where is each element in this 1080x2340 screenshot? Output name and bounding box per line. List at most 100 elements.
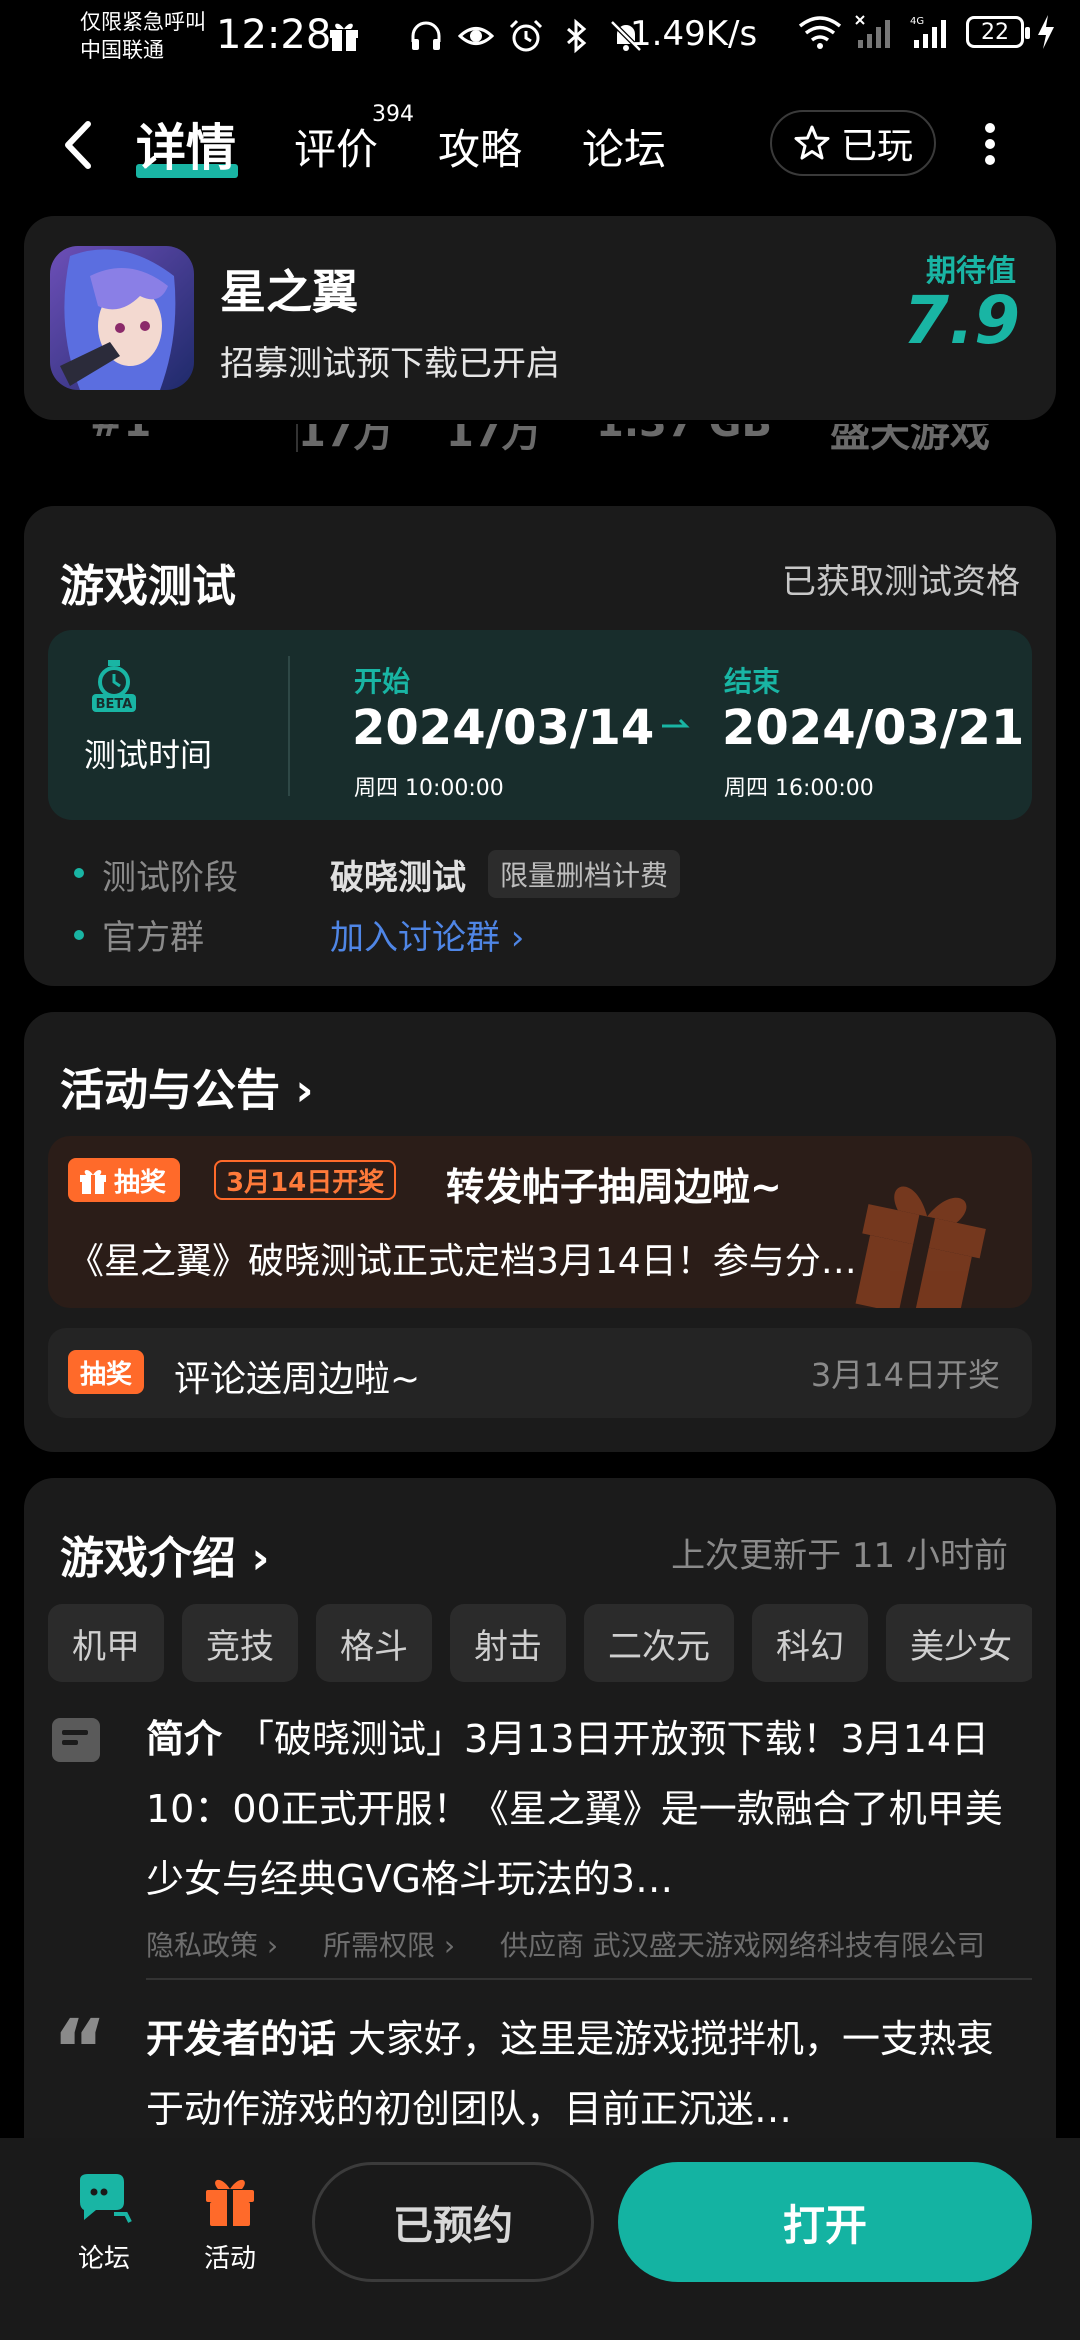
tag-chip[interactable]: 格斗: [316, 1604, 432, 1682]
svg-text:4G: 4G: [910, 16, 924, 27]
stat-size: 1.37 GB: [596, 424, 772, 446]
carrier-info: 仅限紧急呼叫 中国联通: [80, 8, 206, 64]
brief-label: 简介: [146, 1717, 223, 1761]
bullet-dot: [74, 930, 84, 940]
status-icons: [408, 14, 644, 58]
divider: [146, 1978, 1032, 1980]
status-time: 12:28: [216, 12, 332, 58]
activity-button[interactable]: 活动: [180, 2172, 280, 2275]
draw-date-badge: 3月14日开奖: [214, 1160, 397, 1200]
bullet-dot: [74, 868, 84, 878]
more-options-icon[interactable]: [982, 120, 998, 168]
activity-label: 活动: [203, 2244, 256, 2274]
test-section-title: 游戏测试: [60, 561, 236, 612]
test-time-box: BETA 测试时间 开始 2024/03/14 周四 10:00:00 结束 2…: [48, 630, 1032, 820]
activity-item1-desc: 《星之翼》破晓测试正式定档3月14日！参与分…: [68, 1241, 857, 1282]
network-speed: 1.49K/s: [630, 14, 758, 54]
forum-button[interactable]: 论坛: [54, 2172, 154, 2275]
lottery-badge: 抽奖: [68, 1158, 181, 1202]
activity-item-secondary[interactable]: 抽奖 评论送周边啦~ 3月14日开奖: [48, 1328, 1032, 1418]
tab-guides[interactable]: 攻略: [438, 116, 522, 177]
game-header-card: 星之翼 招募测试预下载已开启 期待值 7.9: [24, 216, 1056, 420]
reserved-button[interactable]: 已预约: [312, 2162, 594, 2282]
activity-item1-title: 转发帖子抽周边啦~: [446, 1165, 782, 1209]
tab-details[interactable]: 详情: [136, 108, 236, 180]
tag-chip[interactable]: 二次元: [584, 1604, 734, 1682]
supplier-info[interactable]: 供应商 武汉盛天游戏网络科技有限公司: [500, 1929, 985, 1962]
open-button[interactable]: 打开: [618, 2162, 1032, 2282]
activity-item2-date: 3月14日开奖: [810, 1356, 1000, 1394]
privacy-policy-link[interactable]: 隐私政策 ›: [146, 1929, 278, 1962]
game-icon[interactable]: [50, 246, 194, 390]
svg-text:BETA: BETA: [96, 697, 133, 712]
bottom-action-bar: 论坛 活动 已预约 打开: [0, 2138, 1080, 2340]
test-time-label: 测试时间: [84, 736, 213, 774]
activity-announcement-card: 活动与公告 › 抽奖 3月14日开奖 转发帖子抽周边啦~ 《星之翼》破晓测试正式…: [24, 1012, 1056, 1452]
start-date: 2024/03/14: [352, 700, 655, 756]
intro-section-title[interactable]: 游戏介绍 ›: [60, 1522, 269, 1586]
tag-chip[interactable]: 竞技: [182, 1604, 298, 1682]
gift-icon: [206, 2179, 254, 2226]
activity-item-featured[interactable]: 抽奖 3月14日开奖 转发帖子抽周边啦~ 《星之翼》破晓测试正式定档3月14日！…: [48, 1136, 1032, 1308]
tab-reviews[interactable]: 评价: [294, 116, 378, 177]
game-name: 星之翼: [220, 265, 358, 319]
end-time: 周四 16:00:00: [724, 776, 874, 801]
eye-icon: [458, 27, 494, 45]
quote-icon: “: [52, 2001, 108, 2099]
developer-words[interactable]: 开发者的话 大家好，这里是游戏搅拌机，一支热衷于动作游戏的初创团队，目前正沉迷…: [146, 2004, 1026, 2144]
tag-chip[interactable]: 美少女: [886, 1604, 1032, 1682]
battery-indicator: 22: [966, 16, 1030, 48]
permissions-link[interactable]: 所需权限 ›: [323, 1929, 455, 1962]
game-artwork-image: [50, 246, 194, 390]
gift-watermark-icon: [855, 1186, 986, 1308]
status-bar: 仅限紧急呼叫 中国联通 12:28 1.49K/s 4G 22: [0, 0, 1080, 72]
beta-timer-icon: BETA: [92, 660, 136, 712]
end-label: 结束: [724, 665, 781, 698]
end-date: 2024/03/21: [722, 700, 1025, 756]
emergency-only-text: 仅限紧急呼叫: [80, 10, 206, 34]
game-subtitle: 招募测试预下载已开启: [220, 344, 560, 384]
tag-chip[interactable]: 机甲: [48, 1604, 164, 1682]
join-group-link[interactable]: 加入讨论群 ›: [330, 910, 524, 959]
gift-icon: [80, 1170, 106, 1194]
stats-row-faded: #1 17万 17万 1.37 GB 盛天游戏: [80, 424, 1080, 454]
tag-chip[interactable]: 射击: [450, 1604, 566, 1682]
stat-rank: #1: [90, 424, 151, 446]
game-test-card: 游戏测试 已获取测试资格 BETA 测试时间 开始 2024/03/14 周四 …: [24, 506, 1056, 986]
expectation-score: 7.9: [903, 282, 1020, 359]
test-qualification-status: 已获取测试资格: [782, 562, 1020, 602]
stat-publisher: 盛天游戏: [830, 424, 990, 454]
last-updated-text: 上次更新于 11 小时前: [671, 1536, 1008, 1576]
activity-item2-title: 评论送周边啦~: [174, 1359, 421, 1400]
top-nav: 详情 评价 394 攻略 论坛 已玩: [0, 100, 1080, 190]
bluetooth-icon: [567, 18, 587, 54]
game-intro-card: 游戏介绍 › 上次更新于 11 小时前 机甲 竞技 格斗 射击 二次元 科幻 美…: [24, 1478, 1056, 2178]
start-label: 开始: [354, 665, 411, 698]
gift-notification-icon: [330, 23, 358, 51]
signal-x-icon: [855, 15, 890, 48]
stat-reservations: 17万: [446, 424, 542, 454]
start-time: 周四 10:00:00: [354, 776, 504, 801]
test-stage-label: 测试阶段: [102, 858, 238, 898]
played-button[interactable]: 已玩: [770, 110, 936, 176]
charging-bolt-icon: [1038, 15, 1054, 49]
document-icon: [52, 1718, 100, 1762]
forum-label: 论坛: [77, 2244, 130, 2274]
wifi-icon: [798, 16, 842, 49]
review-count: 394: [372, 102, 414, 127]
tab-forum[interactable]: 论坛: [582, 116, 666, 177]
tag-chip[interactable]: 科幻: [752, 1604, 868, 1682]
lottery-badge: 抽奖: [68, 1350, 145, 1394]
brief-text: 「破晓测试」3月13日开放预下载！3月14日10：00正式开服！《星之翼》是一款…: [146, 1717, 1003, 1901]
official-group-label: 官方群: [102, 918, 204, 958]
back-arrow-icon[interactable]: [58, 118, 98, 172]
star-icon: [794, 125, 830, 160]
played-label: 已玩: [840, 126, 913, 167]
alarm-icon: [509, 19, 543, 52]
carrier-name: 中国联通: [80, 38, 164, 62]
arrow-right-icon: [662, 718, 690, 728]
time-divider: [288, 656, 290, 796]
activity-section-title[interactable]: 活动与公告 ›: [60, 1054, 313, 1118]
developer-words-label: 开发者的话: [146, 2017, 337, 2061]
intro-brief[interactable]: 简介 「破晓测试」3月13日开放预下载！3月14日10：00正式开服！《星之翼》是…: [146, 1704, 1006, 1914]
